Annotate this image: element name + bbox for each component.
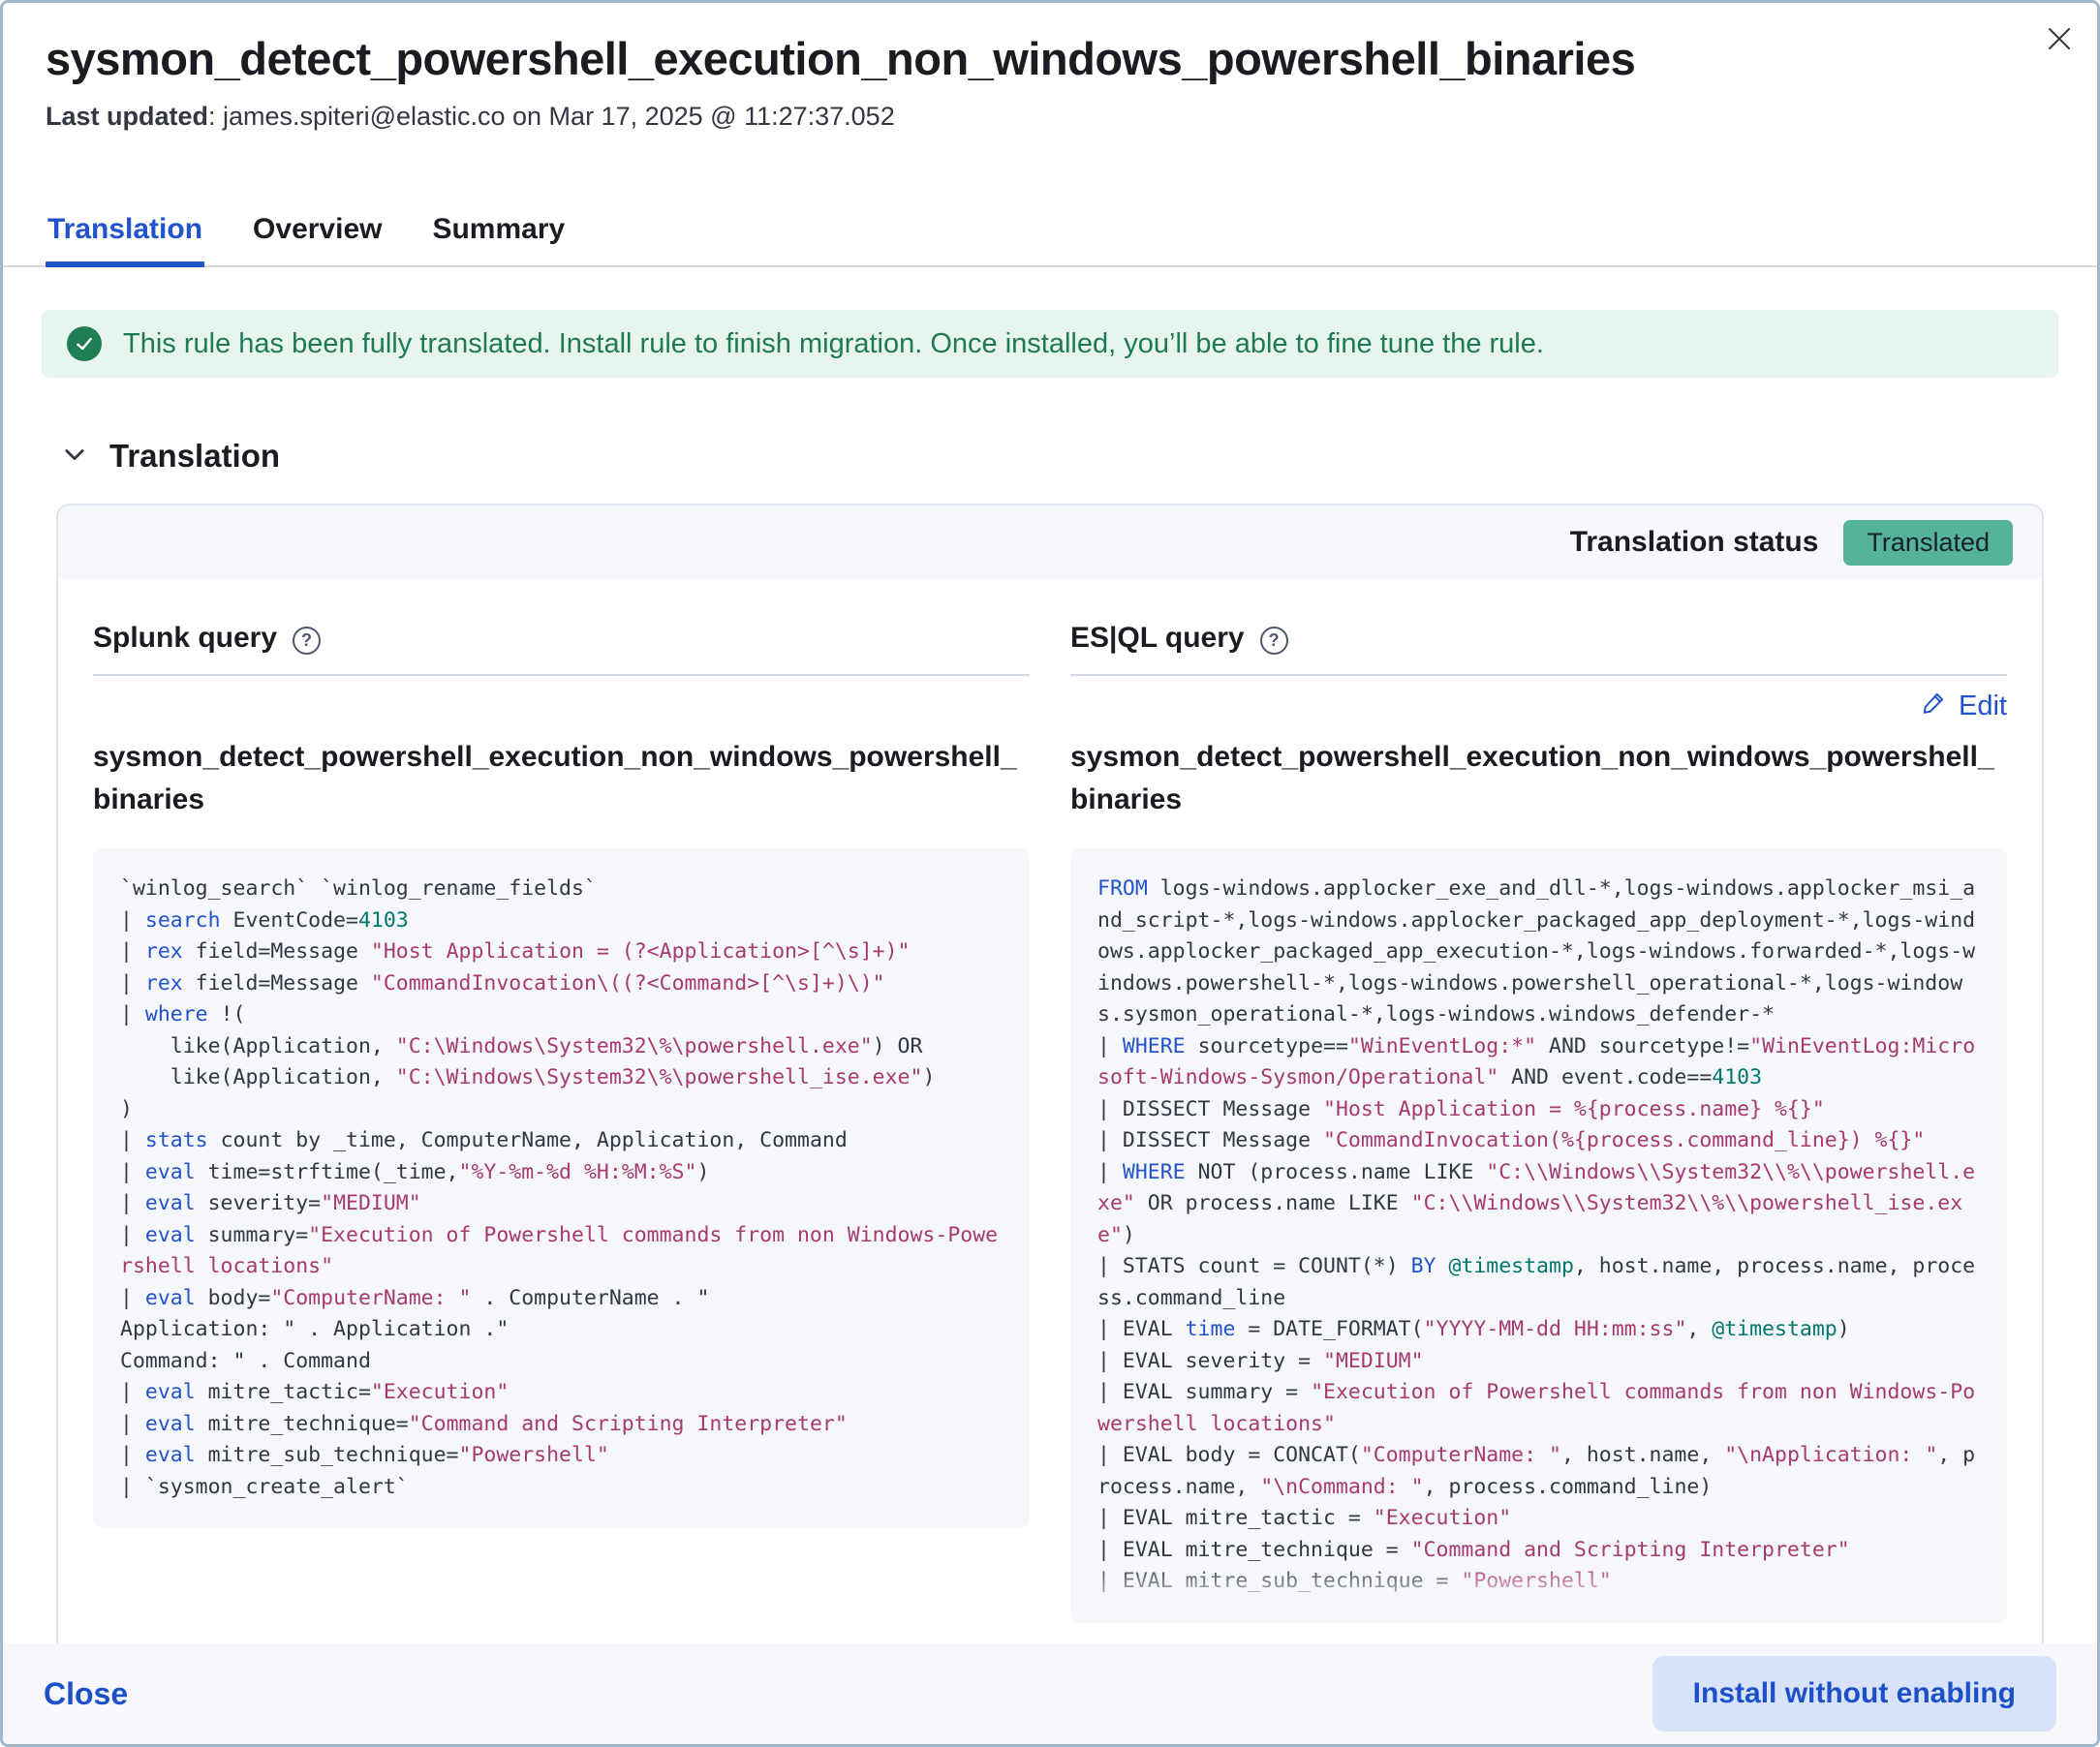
esql-query-column: ES|QL query ? Edit sysmon_detec [1070, 622, 2007, 1623]
check-in-circle-icon [67, 326, 102, 361]
pencil-icon [1922, 690, 1947, 722]
last-updated-label: Last updated [46, 102, 208, 131]
tab-translation[interactable]: Translation [46, 203, 204, 265]
last-updated: Last updated: james.spiteri@elastic.co o… [46, 102, 2054, 132]
splunk-query-header: Splunk query ? [93, 622, 1030, 676]
tab-bar: Translation Overview Summary [3, 203, 2097, 267]
translation-panel-header: Translation status Translated [58, 506, 2042, 579]
last-updated-value: : james.spiteri@elastic.co on Mar 17, 20… [208, 102, 895, 131]
esql-code-block[interactable]: FROM logs-windows.applocker_exe_and_dll-… [1070, 848, 2007, 1623]
splunk-meta-row [93, 676, 1030, 736]
close-button[interactable]: Close [44, 1676, 128, 1712]
splunk-rule-name: sysmon_detect_powershell_execution_non_w… [93, 736, 1030, 821]
splunk-query-column: Splunk query ? sysmon_detect_powershell_… [93, 622, 1030, 1623]
question-in-circle-icon[interactable]: ? [1260, 627, 1288, 655]
section-title: Translation [109, 438, 280, 475]
query-comparison: Splunk query ? sysmon_detect_powershell_… [58, 579, 2042, 1623]
esql-meta-row: Edit [1070, 676, 2007, 736]
translation-success-callout: This rule has been fully translated. Ins… [42, 310, 2058, 378]
translation-status-label: Translation status [1570, 526, 1819, 559]
question-in-circle-icon[interactable]: ? [293, 627, 321, 655]
esql-rule-name: sysmon_detect_powershell_execution_non_w… [1070, 736, 2007, 821]
tab-overview[interactable]: Overview [251, 203, 384, 265]
translation-section-toggle[interactable]: Translation [61, 438, 2097, 475]
page-title: sysmon_detect_powershell_execution_non_w… [46, 32, 2054, 86]
flyout-footer: Close Install without enabling [3, 1643, 2097, 1744]
install-without-enabling-button[interactable]: Install without enabling [1652, 1656, 2056, 1732]
translation-status-badge: Translated [1843, 520, 2013, 566]
tab-summary[interactable]: Summary [430, 203, 567, 265]
translation-panel: Translation status Translated Splunk que… [56, 504, 2044, 1695]
splunk-query-title: Splunk query [93, 622, 277, 655]
chevron-down-icon [61, 441, 88, 473]
splunk-code-block[interactable]: `winlog_search` `winlog_rename_fields`| … [93, 848, 1030, 1528]
edit-label: Edit [1959, 690, 2007, 722]
rule-migration-flyout: sysmon_detect_powershell_execution_non_w… [0, 0, 2100, 1747]
close-icon[interactable] [2037, 16, 2082, 61]
edit-query-button[interactable]: Edit [1922, 690, 2007, 722]
callout-message: This rule has been fully translated. Ins… [123, 328, 1544, 360]
esql-query-header: ES|QL query ? [1070, 622, 2007, 676]
esql-query-title: ES|QL query [1070, 622, 1245, 655]
flyout-header: sysmon_detect_powershell_execution_non_w… [3, 3, 2097, 132]
